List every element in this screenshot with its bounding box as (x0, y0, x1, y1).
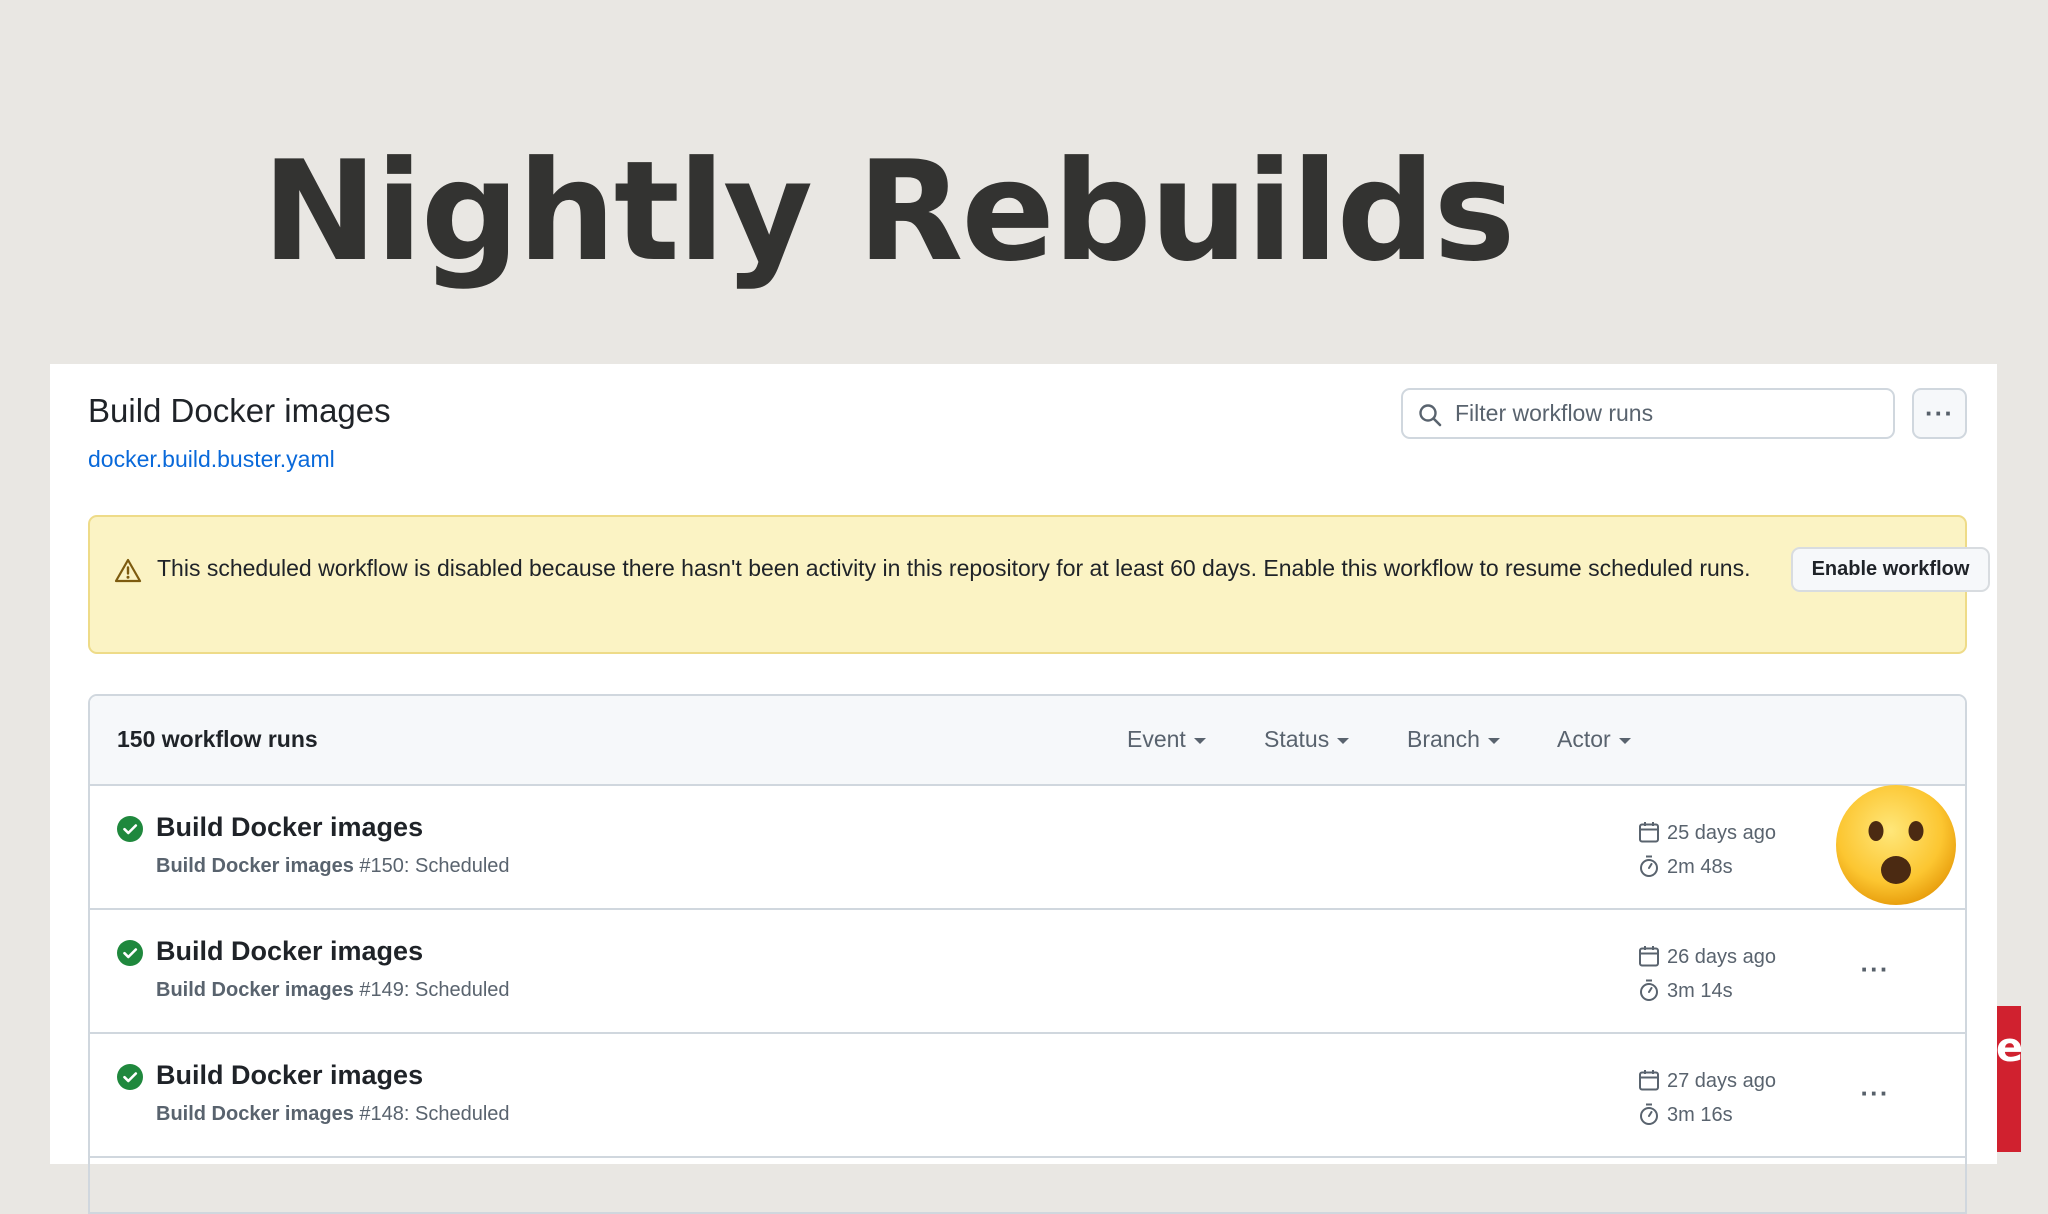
run-title-link[interactable]: Build Docker images (156, 1058, 423, 1092)
run-workflow-name: Build Docker images (156, 979, 354, 1001)
check-circle-icon (117, 940, 143, 966)
chevron-down-icon (1618, 737, 1631, 744)
filter-workflow-runs-field[interactable] (1401, 388, 1895, 439)
run-date: 27 days ago (1637, 1068, 1776, 1094)
workflow-run-row[interactable]: Build Docker images Build Docker images … (90, 910, 1965, 1034)
run-detail: Build Docker images #149: Scheduled (156, 977, 510, 1003)
notice-message: This scheduled workflow is disabled beca… (157, 555, 1751, 581)
astonished-face-emoji (1836, 785, 1956, 905)
run-date-text: 27 days ago (1667, 1070, 1776, 1092)
run-number-event: #149: Scheduled (353, 979, 510, 1001)
run-number-event: #148: Scheduled (353, 1103, 510, 1125)
red-edge-tab: e (1996, 1006, 2021, 1152)
red-edge-tab-letter: e (1996, 1025, 2021, 1071)
run-date-text: 25 days ago (1667, 822, 1776, 844)
run-duration: 2m 48s (1637, 854, 1733, 880)
more-options-button[interactable]: ··· (1912, 388, 1967, 439)
chevron-down-icon (1487, 737, 1500, 744)
status-filter-menu[interactable]: Status (1264, 724, 1350, 754)
run-duration-text: 3m 14s (1667, 980, 1733, 1002)
stopwatch-icon (1640, 1103, 1658, 1125)
run-date: 25 days ago (1637, 820, 1776, 846)
disabled-workflow-notice: This scheduled workflow is disabled beca… (88, 515, 1990, 654)
status-filter-label: Status (1264, 726, 1330, 752)
actor-filter-menu[interactable]: Actor (1557, 724, 1631, 754)
alert-icon (114, 558, 142, 583)
event-filter-label: Event (1127, 726, 1186, 752)
run-menu-button[interactable]: ··· (1850, 954, 1900, 984)
branch-filter-label: Branch (1407, 726, 1480, 752)
actor-filter-label: Actor (1557, 726, 1611, 752)
enable-workflow-button[interactable]: Enable workflow (1791, 547, 1990, 592)
search-input[interactable] (1455, 390, 1875, 437)
run-workflow-name: Build Docker images (156, 855, 354, 877)
run-date-text: 26 days ago (1667, 946, 1776, 968)
run-duration-text: 2m 48s (1667, 856, 1733, 878)
search-icon (1419, 404, 1442, 427)
run-date: 26 days ago (1637, 944, 1776, 970)
run-title-link[interactable]: Build Docker images (156, 934, 423, 968)
kebab-horizontal-icon: ··· (1925, 398, 1954, 428)
run-workflow-name: Build Docker images (156, 1103, 354, 1125)
run-duration: 3m 16s (1637, 1102, 1733, 1128)
chevron-down-icon (1337, 737, 1350, 744)
slide-title: Nightly Rebuilds (262, 131, 1516, 292)
workflow-file-link[interactable]: docker.build.buster.yaml (88, 444, 335, 474)
run-number-event: #150: Scheduled (353, 855, 510, 877)
calendar-icon (1639, 1070, 1659, 1091)
stopwatch-icon (1640, 855, 1658, 877)
runs-list-header: 150 workflow runs Event Status Branch Ac… (90, 696, 1965, 786)
chevron-down-icon (1193, 737, 1206, 744)
workflow-run-row[interactable]: Build Docker images Build Docker images … (90, 1034, 1965, 1158)
workflow-runs-list: 150 workflow runs Event Status Branch Ac… (88, 694, 1967, 1214)
run-duration-text: 3m 16s (1667, 1104, 1733, 1126)
run-title-link[interactable]: Build Docker images (156, 810, 423, 844)
stopwatch-icon (1640, 979, 1658, 1001)
run-detail: Build Docker images #150: Scheduled (156, 853, 510, 879)
workflow-panel: Build Docker images docker.build.buster.… (50, 364, 1997, 1214)
workflow-run-row[interactable]: Build Docker images Build Docker images … (90, 785, 1965, 910)
run-detail: Build Docker images #148: Scheduled (156, 1101, 510, 1127)
check-circle-icon (117, 816, 143, 842)
run-duration: 3m 14s (1637, 978, 1733, 1004)
calendar-icon (1639, 822, 1659, 843)
check-circle-icon (117, 1064, 143, 1090)
runs-count: 150 workflow runs (117, 726, 318, 752)
event-filter-menu[interactable]: Event (1127, 724, 1206, 754)
run-menu-button[interactable]: ··· (1850, 1078, 1900, 1108)
workflow-title: Build Docker images (88, 392, 391, 429)
branch-filter-menu[interactable]: Branch (1407, 724, 1500, 754)
calendar-icon (1639, 946, 1659, 967)
